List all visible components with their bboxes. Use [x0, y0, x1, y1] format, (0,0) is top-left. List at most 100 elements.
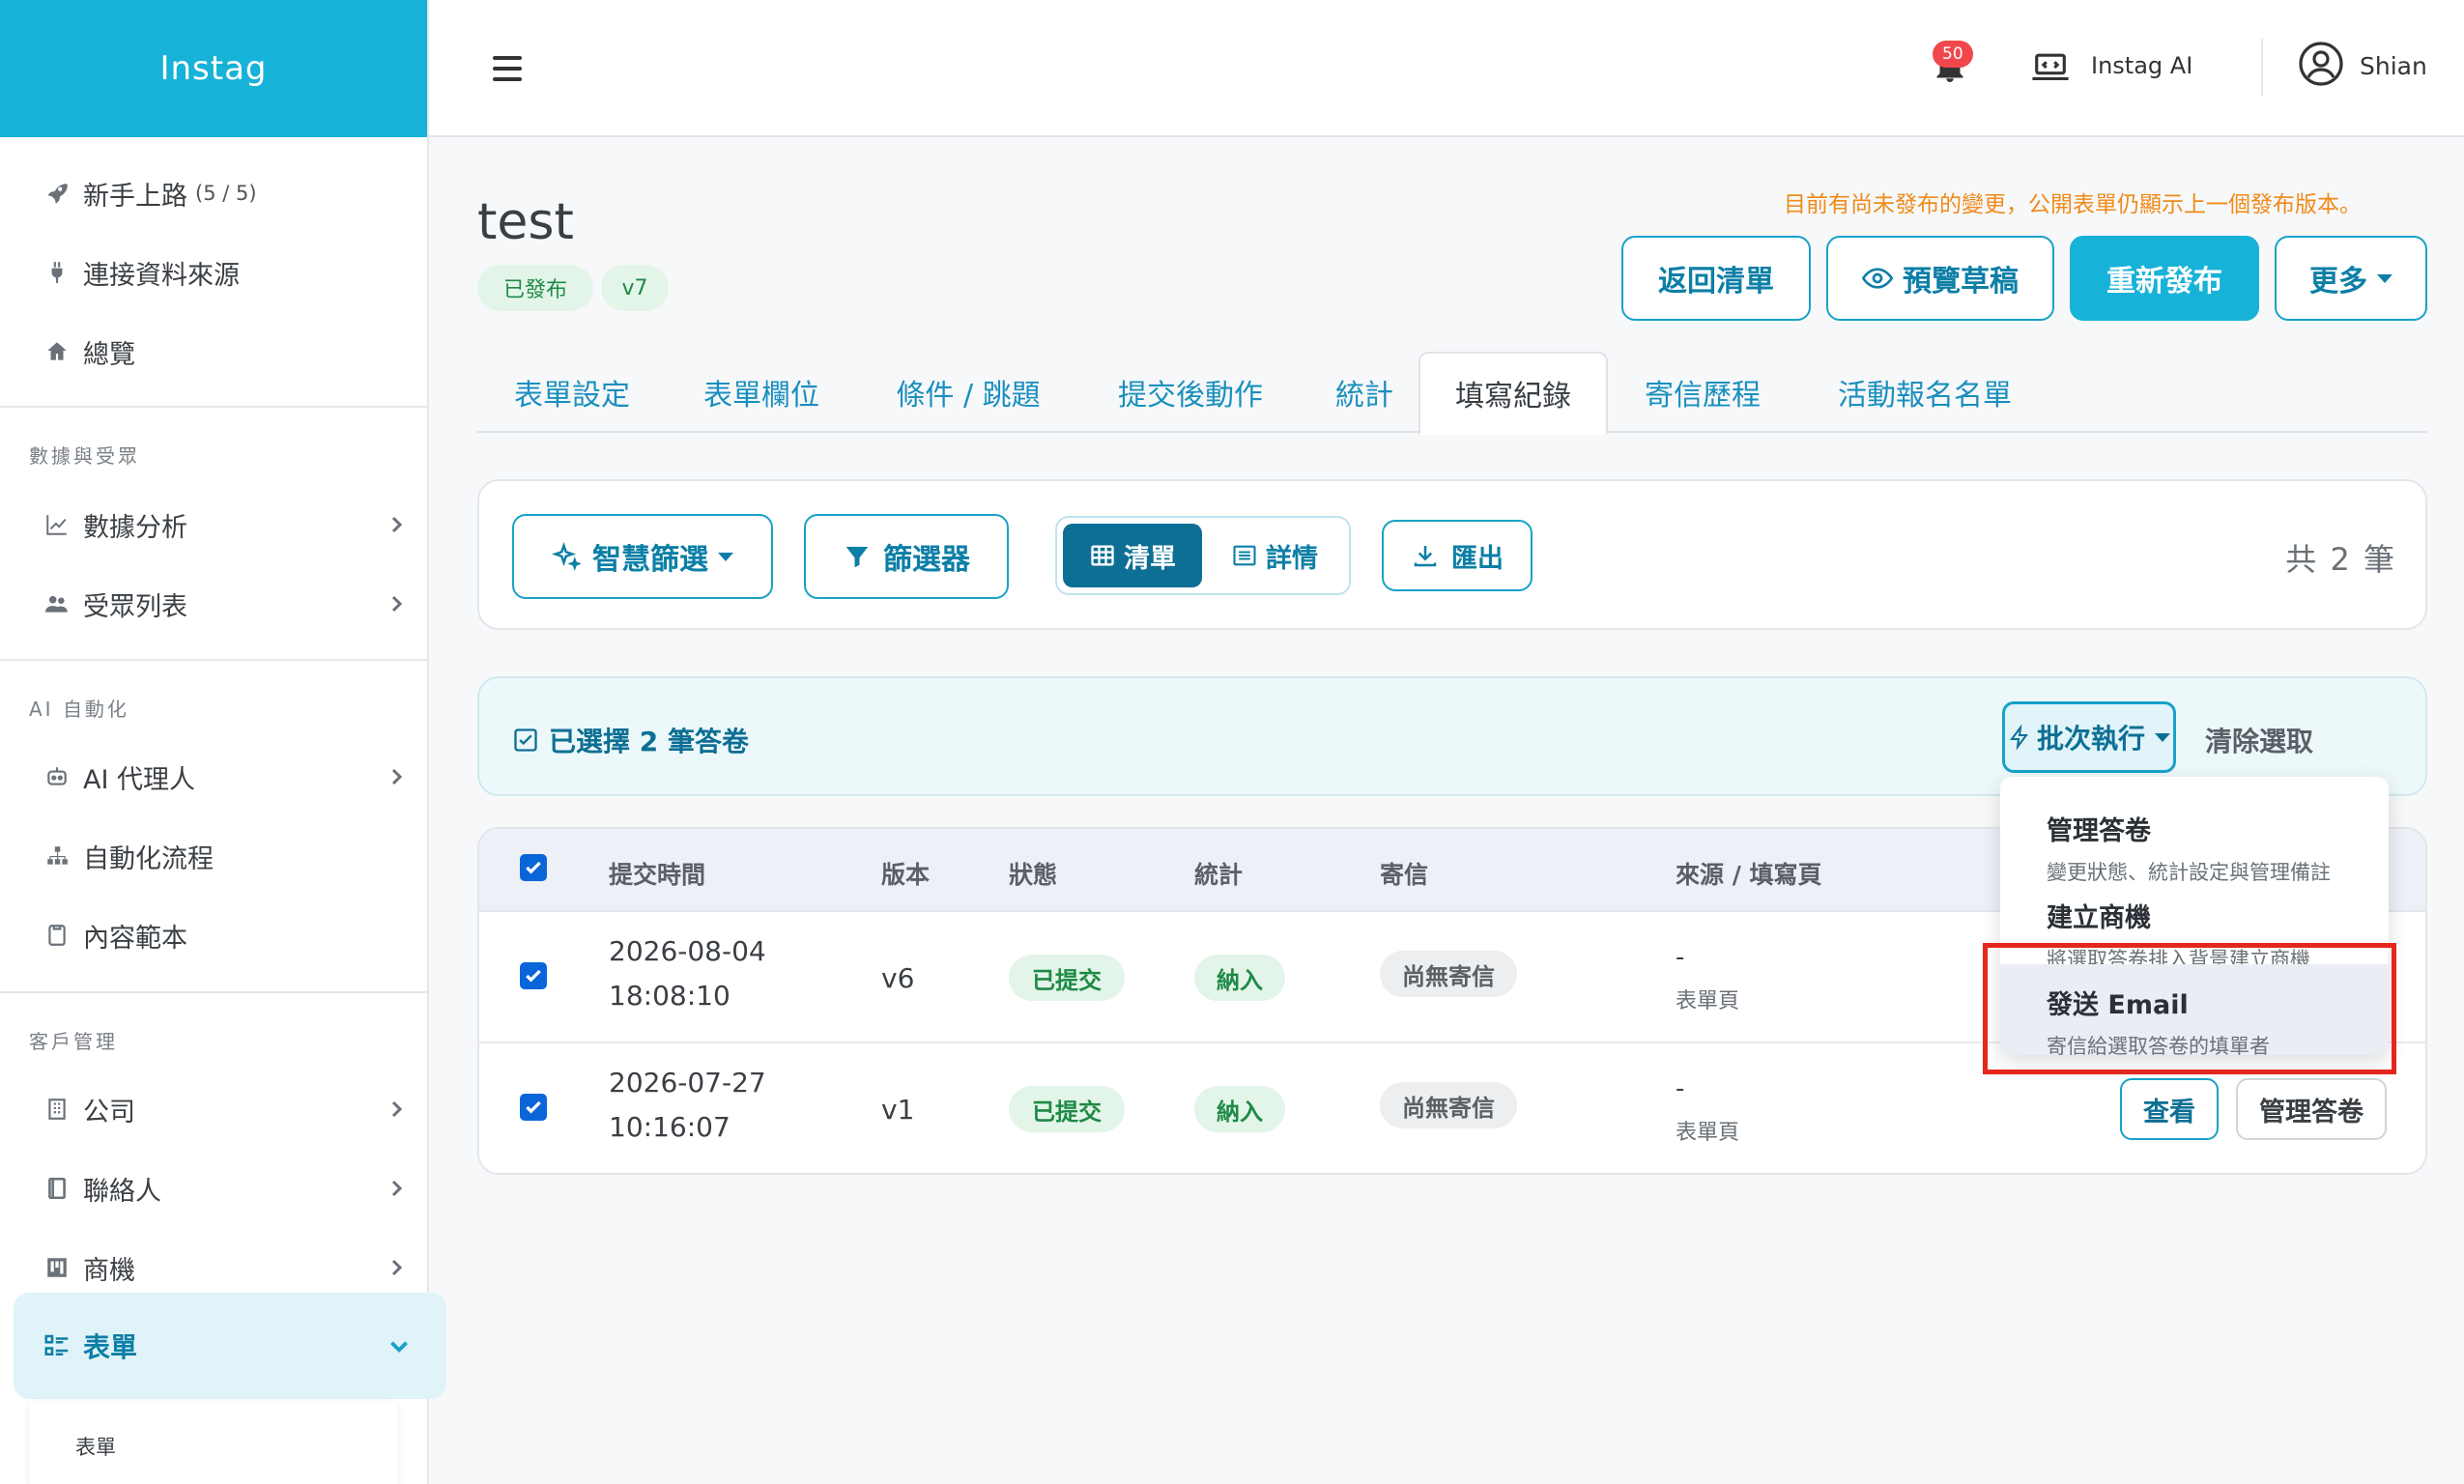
sidebar-item-contacts[interactable]: 聯絡人 [0, 1150, 429, 1227]
sidebar-item-connect-data[interactable]: 連接資料來源 [0, 234, 429, 311]
chevron-right-icon [391, 1180, 403, 1197]
section-title-crm: 客戶管理 [29, 1030, 118, 1053]
sidebar-item-label: AI 代理人 [83, 764, 196, 795]
funnel-icon [845, 547, 869, 568]
ai-assistant-link[interactable]: Instag AI [2091, 52, 2192, 79]
section-title-ai: AI 自動化 [29, 698, 129, 721]
selection-summary: 已選擇 2 筆答卷 [512, 721, 749, 759]
view-button[interactable]: 查看 [2120, 1078, 2219, 1140]
highlight-annotation [1983, 943, 2396, 1074]
column-header[interactable]: 提交時間 [609, 856, 705, 891]
user-name[interactable]: Shian [2360, 52, 2427, 80]
filter-toolbar: 智慧篩選 篩選器 清單 詳情 匯出 共 2 筆 [477, 479, 2427, 630]
preview-draft-button[interactable]: 預覽草稿 [1826, 236, 2054, 321]
menu-item-title: 管理答卷 [2047, 816, 2151, 846]
select-all-checkbox[interactable] [520, 854, 547, 881]
status-badge: 已提交 [1009, 1086, 1125, 1132]
button-label: 智慧篩選 [592, 543, 708, 577]
notification-badge: 50 [1933, 41, 1973, 68]
user-avatar-icon[interactable] [2298, 41, 2344, 87]
ai-laptop-icon[interactable] [2031, 50, 2070, 85]
view-detail-button[interactable]: 詳情 [1202, 524, 1347, 587]
selection-text: 已選擇 2 筆答卷 [549, 726, 749, 757]
button-label: 更多 [2309, 265, 2367, 299]
view-list-button[interactable]: 清單 [1063, 524, 1202, 587]
clear-selection-button[interactable]: 清除選取 [2205, 721, 2313, 759]
row-checkbox[interactable] [520, 1094, 547, 1121]
menu-toggle-icon[interactable] [493, 56, 522, 81]
chevron-right-icon [391, 516, 403, 533]
tab-statistics[interactable]: 統計 [1301, 352, 1428, 433]
flow-icon [43, 842, 72, 870]
button-label: 預覽草稿 [1903, 265, 2019, 299]
column-header[interactable]: 來源 / 填寫頁 [1676, 856, 1822, 891]
chevron-down-icon [390, 1341, 408, 1354]
status-badge: 已發布 [477, 265, 593, 311]
button-label: 詳情 [1266, 543, 1318, 574]
sidebar-item-ai-agent[interactable]: AI 代理人 [0, 738, 429, 815]
sidebar-item-company[interactable]: 公司 [0, 1070, 429, 1148]
chevron-right-icon [391, 1100, 403, 1118]
section-title-data: 數據與受眾 [29, 444, 140, 468]
filter-button[interactable]: 篩選器 [804, 514, 1009, 599]
view-toggle: 清單 詳情 [1055, 516, 1351, 595]
chevron-right-icon [391, 595, 403, 613]
row-checkbox[interactable] [520, 962, 547, 989]
caret-down-icon [2377, 273, 2392, 283]
sidebar-item-forms[interactable]: 表單 [14, 1293, 446, 1399]
unpublished-notice: 目前有尚未發布的變更，公開表單仍顯示上一個發布版本。 [1784, 192, 2362, 217]
more-dropdown-button[interactable]: 更多 [2275, 236, 2427, 321]
column-header[interactable]: 統計 [1194, 856, 1243, 891]
sidebar-item-audience[interactable]: 受眾列表 [0, 565, 429, 642]
button-label: 重新發布 [2106, 265, 2222, 299]
tab-bar: 表單設定 表單欄位 條件 / 跳題 提交後動作 統計 填寫紀錄 寄信歷程 活動報… [477, 352, 2427, 435]
form-list-icon [43, 1331, 72, 1360]
tab-conditions[interactable]: 條件 / 跳題 [856, 352, 1080, 433]
sparkle-icon [552, 542, 581, 571]
tab-form-settings[interactable]: 表單設定 [477, 352, 667, 433]
sidebar-item-analytics[interactable]: 數據分析 [0, 486, 429, 563]
export-button[interactable]: 匯出 [1382, 520, 1533, 591]
status-badge: 已提交 [1009, 955, 1125, 1001]
button-label: 返回清單 [1658, 265, 1774, 299]
divider [0, 659, 429, 661]
menu-item-manage-submissions[interactable]: 管理答卷 變更狀態、統計設定與管理備註 [2000, 790, 2389, 884]
tab-submissions[interactable]: 填寫紀錄 [1418, 352, 1608, 435]
column-header[interactable]: 版本 [881, 856, 930, 891]
list-icon [1233, 545, 1256, 566]
back-to-list-button[interactable]: 返回清單 [1621, 236, 1811, 321]
sidebar-item-getting-started[interactable]: 新手上路 (5 / 5) [0, 155, 429, 232]
contact-icon [43, 1174, 72, 1203]
kanban-icon [43, 1253, 72, 1282]
brand-logo[interactable]: Instag [0, 0, 427, 137]
download-icon [1414, 546, 1437, 567]
column-header[interactable]: 狀態 [1009, 856, 1057, 891]
smart-filter-button[interactable]: 智慧篩選 [512, 514, 773, 599]
sidebar-item-label: 公司 [83, 1097, 135, 1127]
source-page: 表單頁 [1676, 1121, 1740, 1145]
manage-submission-button[interactable]: 管理答卷 [2236, 1078, 2387, 1140]
divider [0, 406, 429, 408]
tab-post-submit[interactable]: 提交後動作 [1080, 352, 1301, 433]
tab-event-registrants[interactable]: 活動報名名單 [1797, 352, 2052, 433]
users-icon [43, 589, 72, 618]
sidebar: Instag 新手上路 (5 / 5) 連接資料來源 總覽 數據與受眾 數據分析… [0, 0, 429, 1484]
sidebar-item-automation[interactable]: 自動化流程 [0, 817, 429, 895]
sidebar-item-label: 自動化流程 [83, 843, 214, 874]
republish-button[interactable]: 重新發布 [2070, 236, 2259, 321]
source-value: - [1676, 943, 1685, 972]
batch-action-button[interactable]: 批次執行 [2002, 701, 2176, 773]
submit-date: 2026-07-27 [609, 1067, 766, 1099]
sidebar-item-label: 連接資料來源 [83, 260, 240, 291]
column-header[interactable]: 寄信 [1380, 856, 1428, 891]
sidebar-item-overview[interactable]: 總覽 [0, 313, 429, 390]
tab-form-fields[interactable]: 表單欄位 [667, 352, 856, 433]
stat-badge: 納入 [1194, 955, 1285, 1001]
sidebar-item-templates[interactable]: 內容範本 [0, 897, 429, 974]
button-label: 匯出 [1451, 543, 1504, 574]
sidebar-subitem-forms[interactable]: 表單 [29, 1401, 398, 1484]
tab-mail-history[interactable]: 寄信歷程 [1608, 352, 1797, 433]
eye-icon [1862, 268, 1893, 289]
sidebar-subitem-label: 表單 [75, 1436, 116, 1459]
robot-icon [43, 762, 72, 791]
